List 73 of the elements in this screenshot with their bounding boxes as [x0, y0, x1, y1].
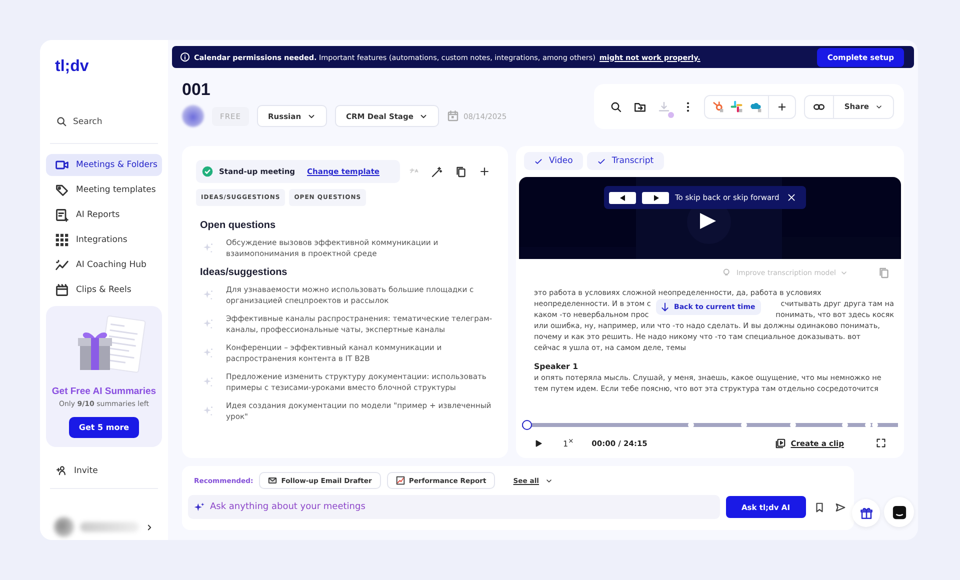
sparkle-icon: [202, 347, 214, 359]
avatar: [182, 105, 204, 127]
report-icon: [55, 208, 69, 222]
promo-title: Get Free AI Summaries: [52, 386, 156, 397]
plus-icon: [479, 166, 490, 177]
sidebar-item[interactable]: Integrations: [46, 229, 162, 251]
copy-icon: [878, 267, 890, 279]
add-user-icon: [56, 465, 67, 476]
sidebar-item[interactable]: Meeting templates: [46, 179, 162, 201]
envelope-icon: [268, 476, 278, 485]
progress-thumb[interactable]: [522, 420, 532, 430]
calendar-icon: [447, 110, 460, 122]
left-key-icon: [609, 192, 636, 204]
chevron-right-icon: [145, 522, 154, 532]
trend-chart-icon: [55, 258, 69, 272]
sidebar-item[interactable]: Meetings & Folders: [46, 154, 162, 176]
sparkle-icon: [202, 318, 214, 330]
clapper-icon: [55, 283, 69, 297]
bulb-icon: [722, 268, 732, 278]
avatar[interactable]: [54, 517, 74, 537]
hash-icon[interactable]: [730, 100, 744, 113]
sprocket-icon[interactable]: [711, 100, 724, 113]
download-icon: [658, 100, 670, 112]
search-icon: [610, 100, 622, 112]
speed-button[interactable]: 1$^{×}$: [557, 436, 580, 450]
arrow-down-icon: [660, 302, 670, 312]
sidebar-item[interactable]: AI Reports: [46, 204, 162, 226]
play-icon: [534, 438, 543, 448]
sparkle-icon: [202, 289, 214, 301]
section-heading: Ideas/suggestions: [200, 267, 288, 278]
chart-icon: [396, 476, 405, 485]
chevron-down-icon: [840, 269, 848, 277]
fullscreen-icon: [876, 438, 886, 448]
ask-field[interactable]: Ask anything about your meetings: [188, 495, 720, 519]
chevron-down-icon: [875, 102, 883, 110]
sidebar-item[interactable]: AI Coaching Hub: [46, 254, 162, 276]
copy-icon: [455, 166, 467, 178]
chevron-down-icon: [545, 476, 553, 484]
fullscreen-button[interactable]: [874, 436, 888, 450]
chat-button[interactable]: [884, 497, 914, 527]
send-icon: [835, 502, 846, 512]
blurred-user-name: [80, 522, 139, 532]
sparkle-icon: [202, 242, 214, 254]
chat-icon: [892, 504, 906, 520]
view-toggle[interactable]: Video: [524, 152, 583, 170]
close-icon: [787, 193, 796, 202]
magic-wand-icon: [431, 166, 443, 178]
video-camera-icon: [55, 158, 69, 172]
check-circle-icon: [202, 166, 213, 177]
logo[interactable]: tl;dv: [55, 58, 162, 76]
clip-icon: [774, 438, 786, 448]
right-key-icon: [642, 192, 669, 204]
search-link[interactable]: Search: [56, 112, 162, 131]
sparkle-icon: [202, 405, 214, 417]
get-more-button[interactable]: Get 5 more: [68, 417, 140, 438]
gift-icon: [860, 506, 872, 520]
sparkle-icon: [202, 376, 214, 388]
folder-icon: [634, 100, 646, 112]
sidebar-item[interactable]: Clips & Reels: [46, 279, 162, 301]
gift-button[interactable]: [852, 499, 880, 527]
check-icon: [534, 156, 543, 166]
tag-icon: [55, 183, 69, 197]
search-icon: [56, 116, 67, 127]
bookmark-icon: [814, 502, 825, 512]
check-icon: [596, 156, 606, 166]
section-heading: Open questions: [200, 220, 277, 231]
meeting-title: 001: [182, 80, 212, 100]
invite-link[interactable]: Invite: [56, 465, 162, 476]
cloud-icon[interactable]: [749, 100, 762, 113]
info-icon: [180, 52, 190, 62]
grid-icon: [55, 233, 69, 247]
view-toggle[interactable]: Transcript: [586, 152, 664, 170]
plus-icon: [777, 102, 788, 112]
